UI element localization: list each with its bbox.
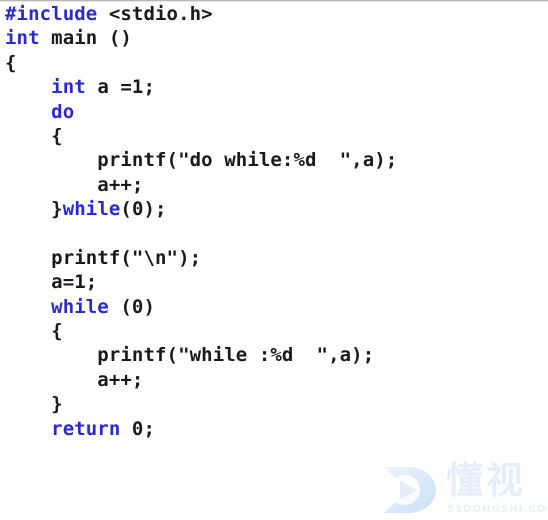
code-line: }	[0, 392, 548, 416]
code-line: }while(0);	[0, 197, 548, 221]
code-line: printf("do while:%d ",a);	[0, 148, 548, 172]
code-line: a++;	[0, 368, 548, 392]
code-text: a++;	[5, 368, 144, 391]
code-line: #include <stdio.h>	[0, 2, 548, 26]
code-line: do	[0, 100, 548, 124]
watermark-text: 懂视 51DONGSHI.COM	[446, 459, 548, 520]
code-keyword: while	[62, 198, 121, 221]
code-text: }	[5, 393, 63, 416]
code-line: while (0)	[0, 295, 548, 319]
code-text: a=1;	[5, 271, 98, 294]
code-text: {	[5, 320, 63, 343]
watermark-brand: 懂视	[446, 459, 526, 502]
code-text: {	[5, 51, 17, 74]
code-line: int a =1;	[0, 75, 548, 99]
code-keyword: return	[5, 417, 121, 440]
code-keyword: do	[5, 100, 75, 123]
code-text: <stdio.h>	[97, 3, 213, 25]
code-text: (0)	[108, 295, 156, 318]
code-keyword: while	[5, 295, 109, 318]
code-line: {	[0, 124, 548, 148]
code-text: main ()	[39, 27, 132, 50]
code-listing: #include <stdio.h> int main (){ int a =1;…	[0, 2, 548, 441]
code-line: int main ()	[0, 26, 548, 50]
code-text: printf("\n");	[5, 246, 202, 269]
code-preprocessor: #include	[5, 3, 98, 25]
code-line: printf("\n");	[0, 246, 548, 270]
watermark: 懂视 51DONGSHI.COM	[378, 459, 548, 520]
watermark-domain: 51DONGSHI.COM	[447, 504, 548, 515]
code-line: a++;	[0, 173, 548, 197]
code-text: 0;	[120, 417, 156, 440]
code-line: {	[0, 319, 548, 343]
code-text: printf("while :%d ",a);	[5, 344, 375, 367]
code-text: {	[5, 124, 63, 147]
code-line: a=1;	[0, 270, 548, 294]
code-text: }	[5, 198, 63, 221]
code-line: return 0;	[0, 417, 548, 441]
screenshot-canvas: #include <stdio.h> int main (){ int a =1;…	[0, 0, 548, 520]
code-line: printf("while :%d ",a);	[0, 343, 548, 367]
code-line: {	[0, 51, 548, 75]
code-text: (0);	[120, 198, 167, 221]
code-keyword: int	[5, 76, 86, 99]
code-text: printf("do while:%d ",a);	[5, 149, 398, 172]
code-text: a++;	[5, 173, 144, 196]
code-keyword: int	[5, 27, 40, 50]
code-text: a =1;	[85, 76, 156, 99]
play-button-d-logo-icon	[384, 467, 436, 513]
